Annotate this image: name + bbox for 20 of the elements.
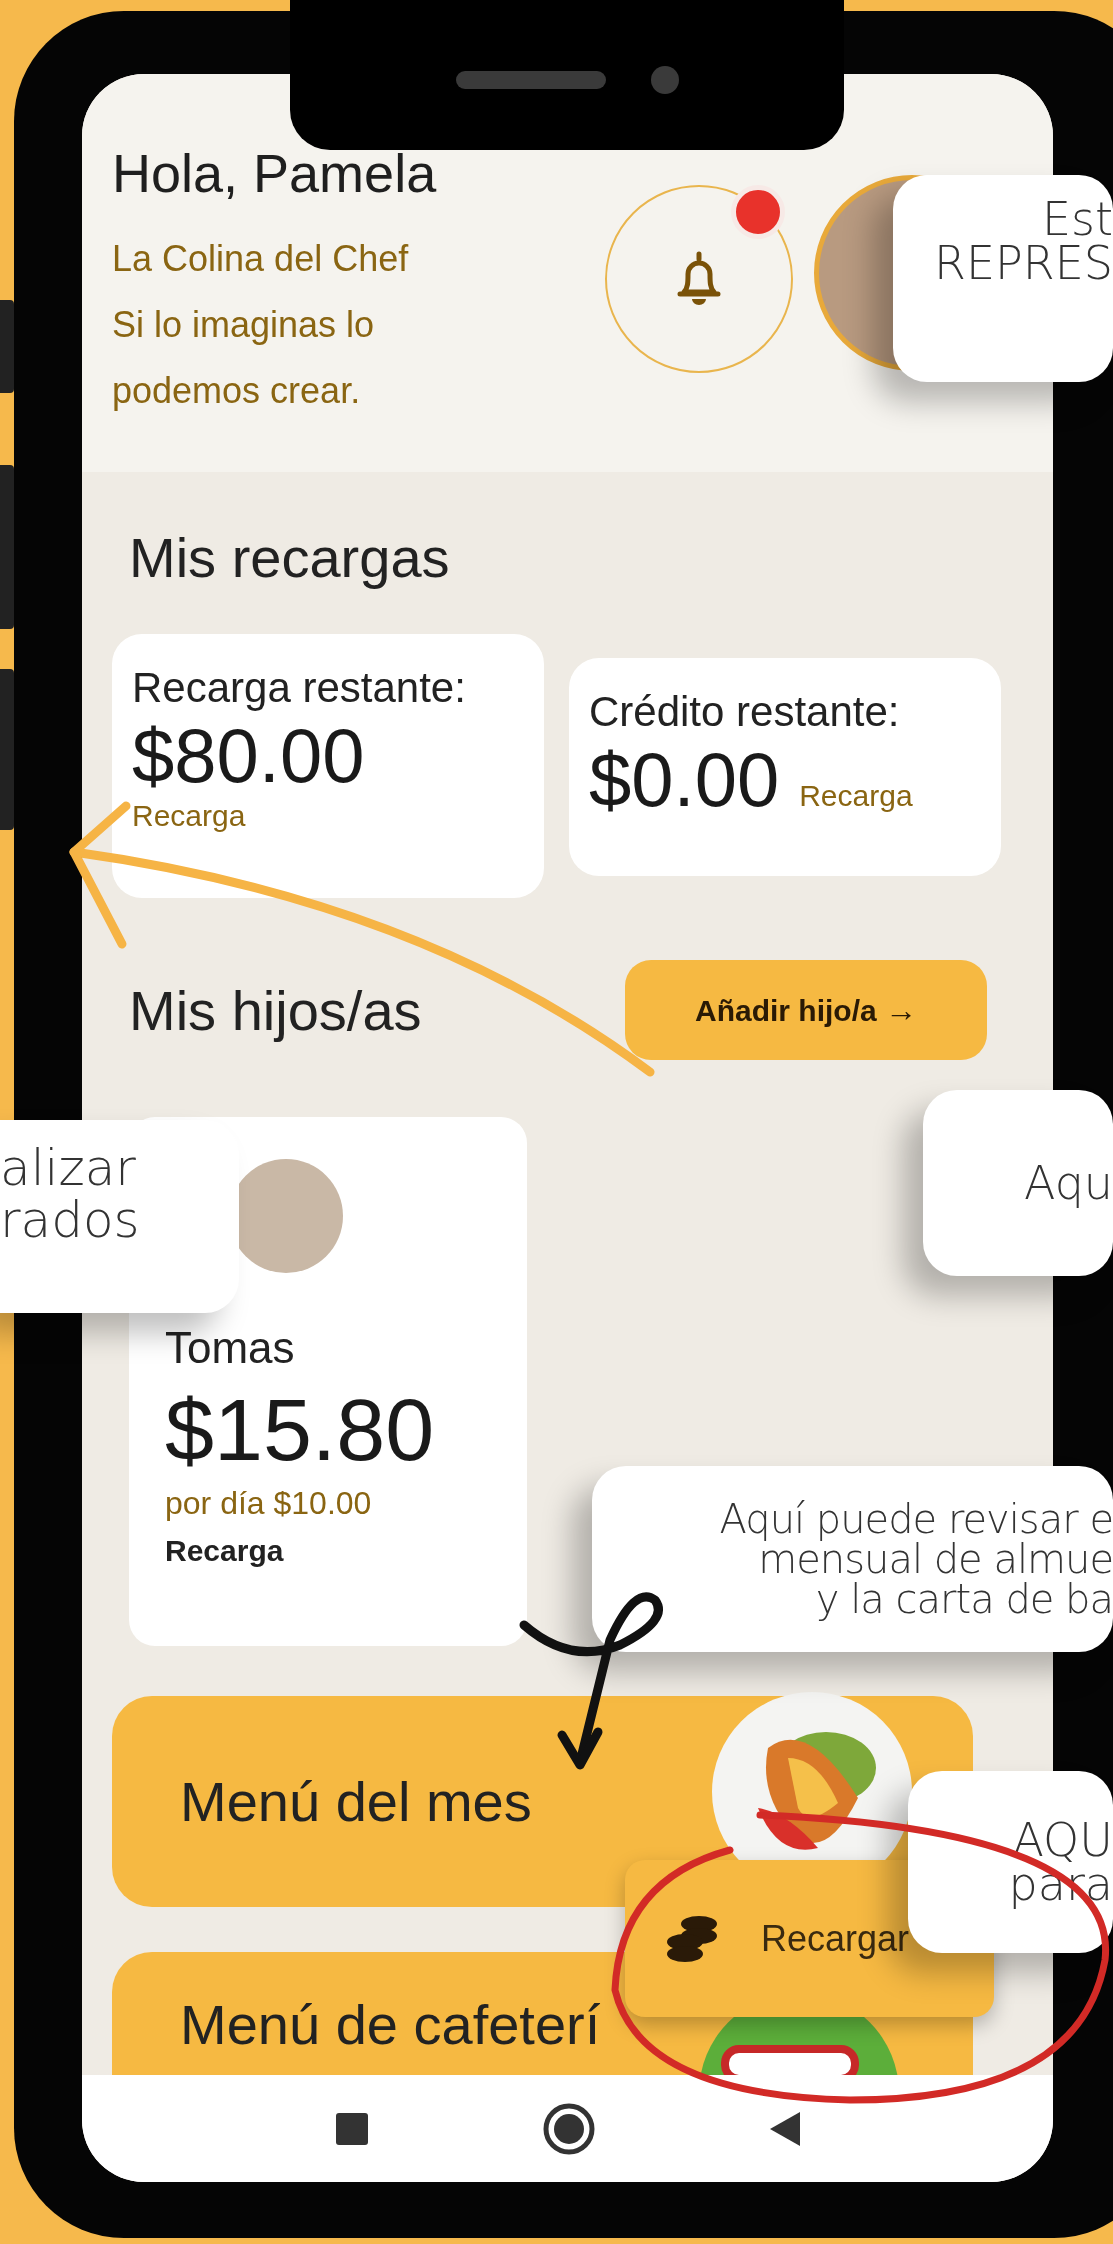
child-name: Tomas [165,1323,296,1373]
amount-text: $0.00 [589,736,780,823]
annotation-text: y la carta de ba [815,1579,1113,1619]
business-name: La Colina del Chef [112,237,410,281]
menu-label: Menú del mes [180,1769,532,1834]
section-title: Mis hijos/as [129,977,422,1043]
greeting-text: Hola, Pamela [112,142,437,204]
card-label: Recarga restante: [132,664,467,712]
balance-amount: $15.80 [165,1379,436,1481]
card-label: Crédito restante: [589,688,901,736]
amount-text: $80.00 [132,712,366,799]
section-title: Mis recargas [129,525,451,590]
annotation-text: Aquí puede revisar e [719,1499,1113,1539]
annotation-text: AQU [1012,1818,1113,1862]
annotation-text: REPRES [934,241,1113,285]
menu-label: Menú de cafeterí [180,1992,601,2057]
slogan-text: Si lo imaginas lo [112,303,376,347]
annotation-text: Est [1041,197,1113,241]
slogan-text: podemos crear. [112,369,362,413]
daily-limit-text: por día $10.00 [165,1485,373,1522]
